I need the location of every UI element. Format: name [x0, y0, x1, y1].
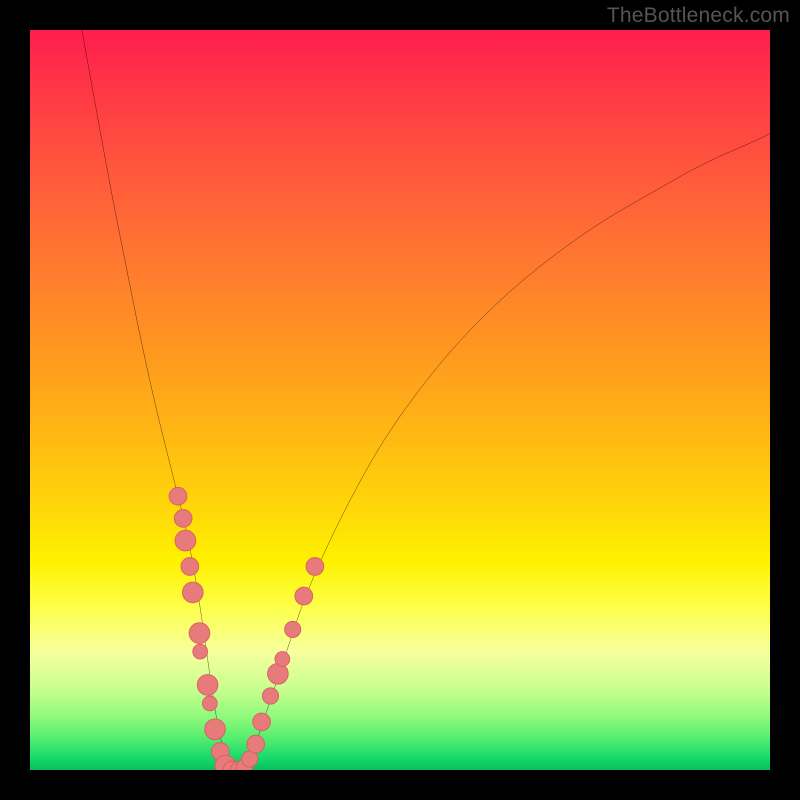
watermark-text: TheBottleneck.com	[607, 4, 790, 28]
data-marker	[268, 663, 289, 684]
data-marker	[169, 487, 187, 505]
data-marker	[202, 696, 217, 711]
data-marker	[275, 652, 290, 667]
data-marker	[262, 688, 278, 704]
data-marker	[247, 735, 265, 753]
data-marker	[181, 558, 199, 576]
chart-frame: TheBottleneck.com	[0, 0, 800, 800]
data-marker	[182, 582, 203, 603]
data-marker	[253, 713, 271, 731]
curve-layer	[82, 30, 770, 770]
data-marker	[205, 719, 226, 740]
data-marker	[197, 675, 218, 696]
data-marker	[285, 621, 301, 637]
data-marker	[175, 530, 196, 551]
bottleneck-curve	[82, 30, 770, 770]
data-marker	[306, 558, 324, 576]
data-marker	[193, 644, 208, 659]
chart-svg	[30, 30, 770, 770]
plot-area	[30, 30, 770, 770]
data-marker	[189, 623, 210, 644]
marker-layer	[169, 487, 324, 770]
data-marker	[174, 510, 192, 528]
data-marker	[295, 587, 313, 605]
